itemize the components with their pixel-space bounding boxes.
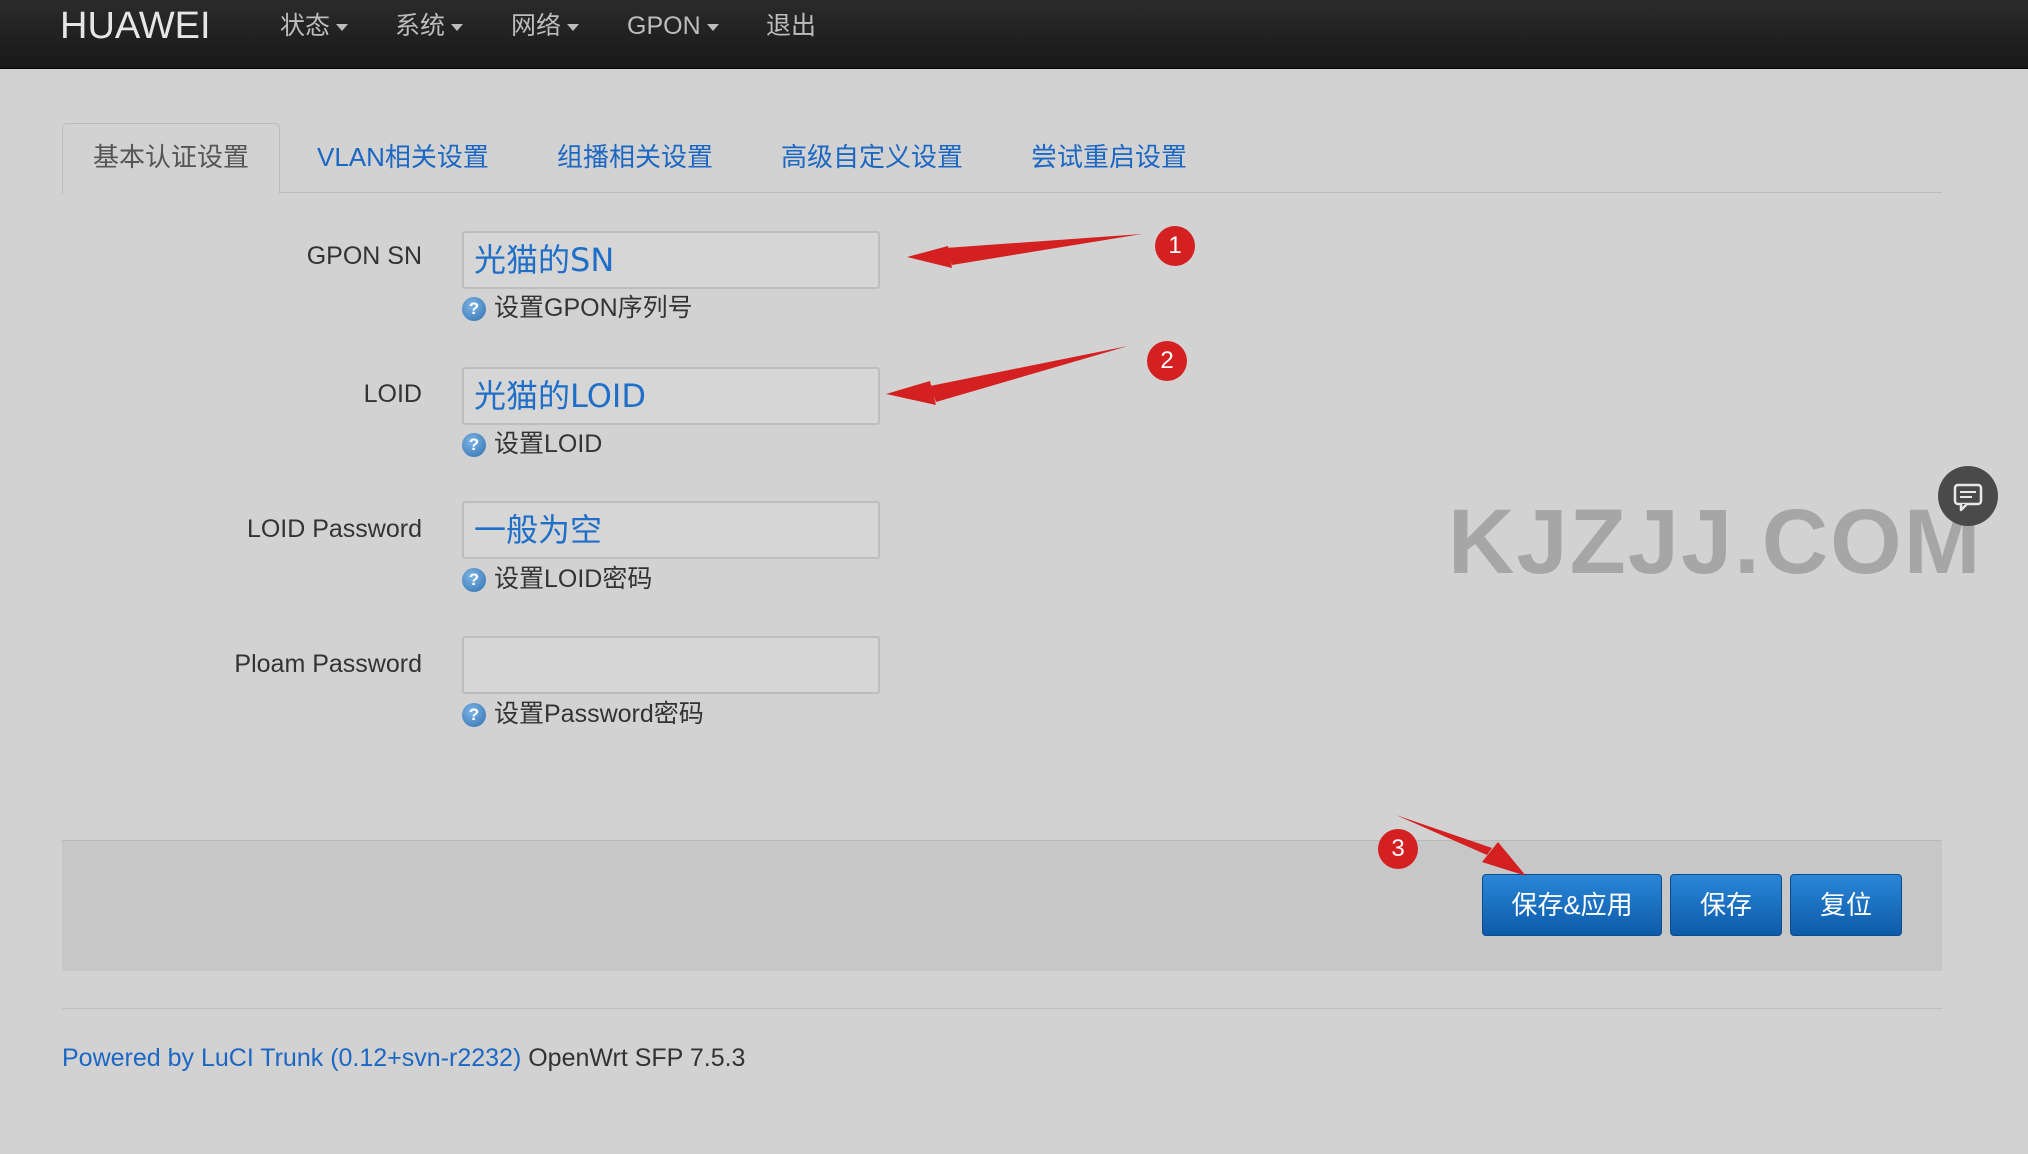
annotation-marker-3: 3 xyxy=(1378,829,1418,869)
annotation-arrow-1-head xyxy=(907,246,952,268)
annotation-marker-1: 1 xyxy=(1155,226,1195,266)
annotation-arrow-1 xyxy=(945,234,1142,265)
annotation-arrow-2 xyxy=(930,346,1128,402)
annotation-arrows xyxy=(886,234,1526,876)
annotation-arrow-2-head xyxy=(886,381,936,405)
annotation-marker-2: 2 xyxy=(1147,341,1187,381)
